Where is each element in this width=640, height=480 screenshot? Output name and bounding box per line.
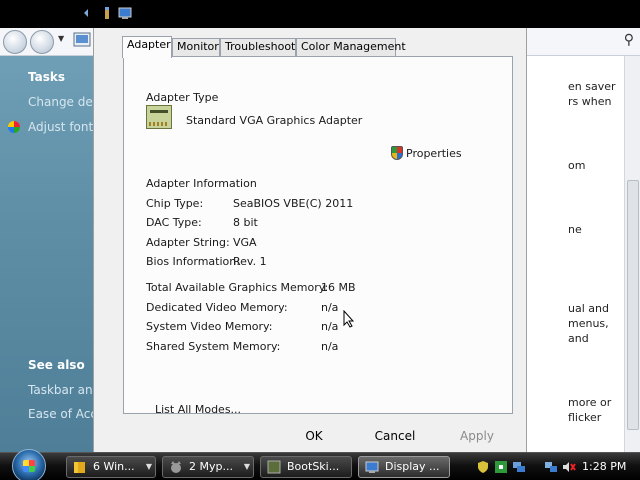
personalization-content: en saver rs when om ne ual and menus, an… xyxy=(520,56,640,452)
back-button[interactable] xyxy=(3,30,27,54)
content-text: more or xyxy=(568,396,612,409)
properties-label: Properties xyxy=(406,146,462,160)
memory-label-dedicated: Dedicated Video Memory: xyxy=(146,301,288,314)
color-shield-icon xyxy=(8,121,20,133)
taskbar-button-mypaint[interactable]: 2 Myp... ▼ xyxy=(162,456,254,478)
content-text: flicker xyxy=(568,411,602,424)
memory-value-system: n/a xyxy=(321,320,339,333)
info-label-adapter-string: Adapter String: xyxy=(146,236,230,249)
info-value-bios-information: Rev. 1 xyxy=(233,255,267,268)
shield-icon[interactable] xyxy=(476,460,490,474)
pencil-icon[interactable] xyxy=(100,6,114,20)
taskbar-button-label: BootSki... xyxy=(287,460,340,473)
content-text: en saver xyxy=(568,80,616,93)
memory-value-shared: n/a xyxy=(321,340,339,353)
memory-label-total: Total Available Graphics Memory: xyxy=(146,281,329,294)
cancel-button[interactable]: Cancel xyxy=(360,425,430,447)
folder-icon xyxy=(74,462,85,473)
volume-muted-icon[interactable] xyxy=(562,460,576,474)
info-label-dac-type: DAC Type: xyxy=(146,216,202,229)
taskbar-button-label: Display ... xyxy=(385,460,440,473)
refresh-icon[interactable] xyxy=(82,6,96,20)
tasks-heading: Tasks xyxy=(28,70,66,84)
memory-value-total: 16 MB xyxy=(321,281,356,294)
taskbar-button-bootskin[interactable]: BootSki... xyxy=(260,456,352,478)
taskbar-button-windows[interactable]: 6 Win... ▼ xyxy=(66,456,156,478)
graphics-card-icon xyxy=(146,105,172,129)
see-also-heading: See also xyxy=(28,358,85,372)
display-settings-icon xyxy=(365,461,379,473)
task-link-change-display[interactable]: Change de xyxy=(28,95,93,109)
taskbar-button-label: 6 Win... xyxy=(93,460,135,473)
uac-shield-icon xyxy=(391,146,403,160)
network-icon[interactable] xyxy=(512,460,526,474)
info-value-adapter-string: VGA xyxy=(233,236,257,249)
tab-monitor[interactable]: Monitor xyxy=(172,38,220,56)
apply-button[interactable]: Apply xyxy=(442,425,512,447)
tab-troubleshoot[interactable]: Troubleshoot xyxy=(220,38,296,56)
adapter-type-heading: Adapter Type xyxy=(146,91,219,104)
memory-label-shared: Shared System Memory: xyxy=(146,340,281,353)
list-all-modes-button[interactable]: List All Modes... xyxy=(155,403,241,416)
info-value-dac-type: 8 bit xyxy=(233,216,258,229)
taskbar: 6 Win... ▼ 2 Myp... ▼ BootSki... Display… xyxy=(0,449,640,480)
vertical-scrollbar[interactable] xyxy=(624,56,640,452)
task-link-adjust-font[interactable]: Adjust font xyxy=(28,120,93,134)
clock[interactable]: 1:28 PM xyxy=(582,456,626,478)
memory-label-system: System Video Memory: xyxy=(146,320,273,333)
chevron-down-icon: ▼ xyxy=(145,462,152,471)
start-button[interactable] xyxy=(12,449,46,480)
content-text: ual and xyxy=(568,302,609,315)
security-alert-icon[interactable] xyxy=(494,460,508,474)
recent-pages-chevron-icon[interactable]: ▼ xyxy=(58,34,64,43)
chevron-down-icon: ▼ xyxy=(243,462,250,471)
info-label-bios-information: Bios Information: xyxy=(146,255,240,268)
adapter-name: Standard VGA Graphics Adapter xyxy=(186,114,363,127)
search-icon[interactable]: ⚲ xyxy=(624,32,634,48)
scrollbar-thumb[interactable] xyxy=(627,180,639,430)
info-label-chip-type: Chip Type: xyxy=(146,197,204,210)
adapter-properties-dialog: Adapter Monitor Troubleshoot Color Manag… xyxy=(93,28,527,452)
see-also-link-taskbar[interactable]: Taskbar and xyxy=(28,383,100,397)
adapter-tab-panel: Adapter Type Standard VGA Graphics Adapt… xyxy=(123,56,513,416)
content-text: ne xyxy=(568,223,582,236)
task-sidebar: Tasks Change de Adjust font See also Tas… xyxy=(0,56,100,452)
forward-button[interactable] xyxy=(30,30,54,54)
display-settings-icon[interactable] xyxy=(118,6,132,20)
mouse-pointer-icon xyxy=(343,310,355,328)
tab-adapter[interactable]: Adapter xyxy=(122,36,172,58)
taskbar-button-label: 2 Myp... xyxy=(189,460,233,473)
content-text: rs when xyxy=(568,95,612,108)
control-panel-icon xyxy=(73,32,91,47)
content-text: menus, xyxy=(568,317,609,330)
control-panel-titlebar xyxy=(0,0,640,28)
content-text: and xyxy=(568,332,589,345)
taskbar-button-display-settings[interactable]: Display ... xyxy=(358,456,450,478)
content-text: om xyxy=(568,159,586,172)
adapter-information-heading: Adapter Information xyxy=(146,177,257,190)
see-also-link-ease-of-access[interactable]: Ease of Acc xyxy=(28,407,97,421)
system-tray: 1:28 PM xyxy=(470,456,640,478)
app-icon xyxy=(267,460,281,474)
memory-value-dedicated: n/a xyxy=(321,301,339,314)
tab-color-management[interactable]: Color Management xyxy=(296,38,406,56)
info-value-chip-type: SeaBIOS VBE(C) 2011 xyxy=(233,197,354,210)
network-connections-icon[interactable] xyxy=(544,460,558,474)
cat-face-icon xyxy=(171,461,181,473)
ok-button[interactable]: OK xyxy=(284,425,344,447)
properties-button[interactable]: Properties xyxy=(391,144,462,162)
